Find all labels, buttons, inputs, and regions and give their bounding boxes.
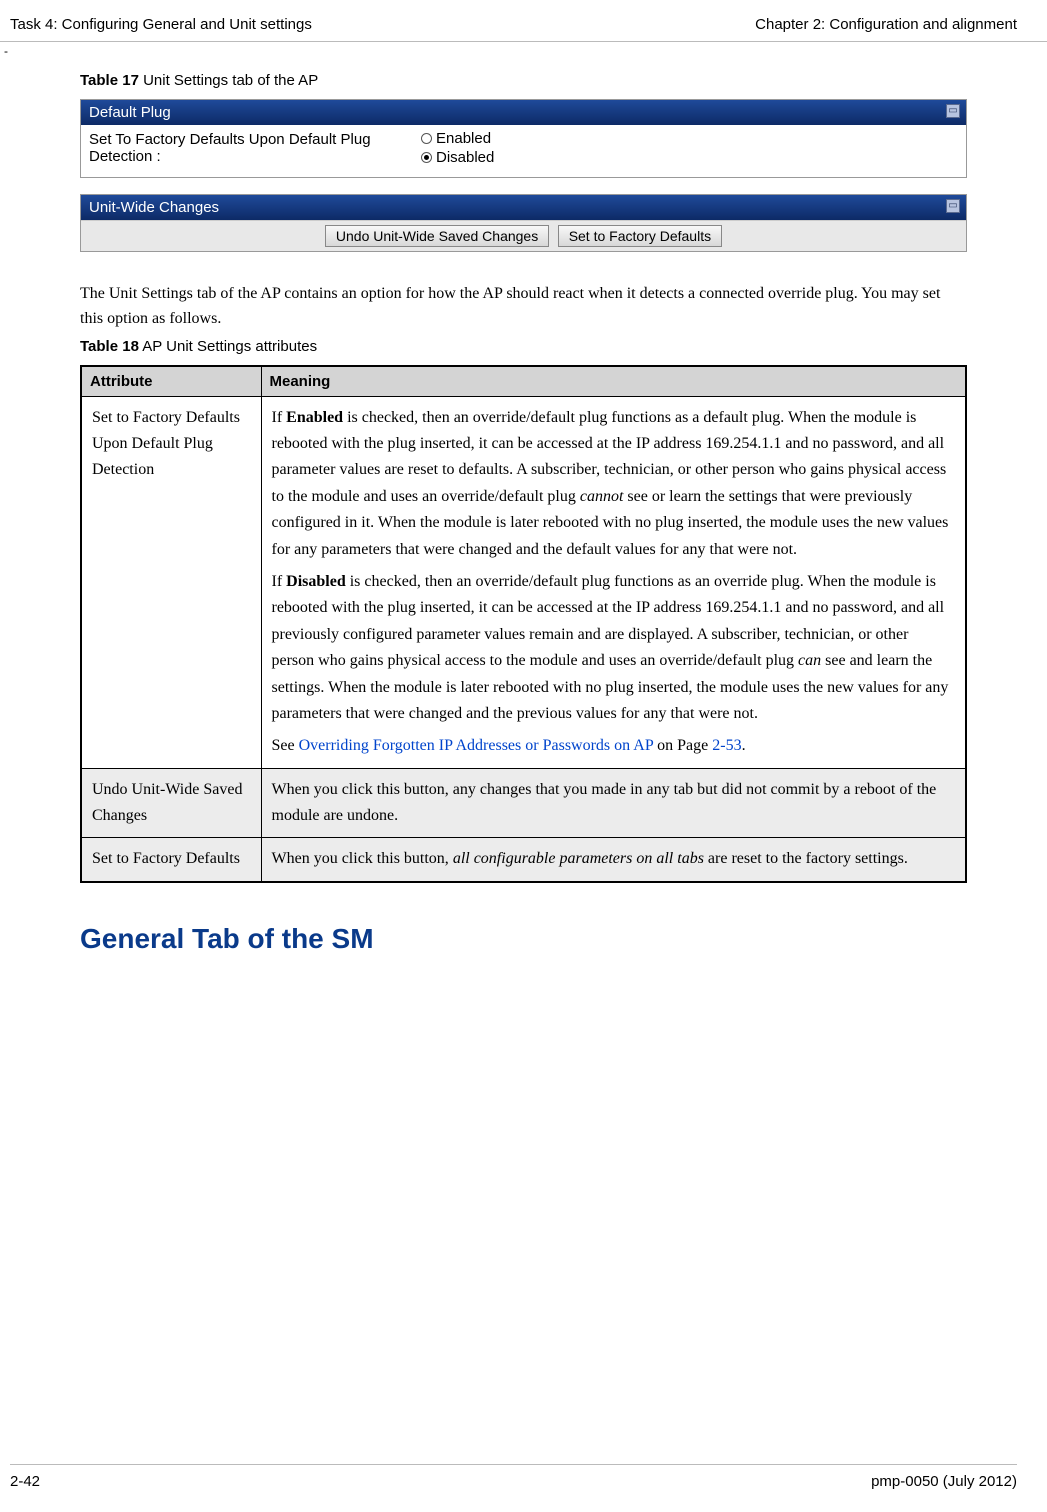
dash: - [0, 44, 1047, 58]
default-plug-body: Set To Factory Defaults Upon Default Plu… [81, 125, 966, 177]
table17-num: Table 17 [80, 72, 139, 89]
table-header-row: Attribute Meaning [81, 366, 966, 397]
attr-cell: Set to Factory Defaults [81, 838, 261, 882]
paragraph: If Disabled is checked, then an override… [272, 569, 956, 727]
factory-defaults-button[interactable]: Set to Factory Defaults [558, 225, 722, 247]
collapse-icon[interactable]: ▭ [946, 199, 960, 213]
radio-icon [421, 152, 432, 163]
footer-doc-id: pmp-0050 (July 2012) [871, 1473, 1017, 1490]
table18-title: AP Unit Settings attributes [139, 338, 317, 355]
attributes-table: Attribute Meaning Set to Factory Default… [80, 365, 967, 883]
header-attribute: Attribute [81, 366, 261, 397]
meaning-cell: If Enabled is checked, then an override/… [261, 396, 966, 768]
page-footer: 2-42 pmp-0050 (July 2012) [10, 1464, 1017, 1490]
option-enabled-label: Enabled [436, 130, 491, 147]
table17-caption: Table 17 Unit Settings tab of the AP [80, 72, 967, 89]
unit-wide-header: Unit-Wide Changes ▭ [81, 195, 966, 220]
unit-wide-title: Unit-Wide Changes [89, 199, 219, 216]
table-row: Set to Factory Defaults Upon Default Plu… [81, 396, 966, 768]
table18-num: Table 18 [80, 338, 139, 355]
factory-defaults-row: Set To Factory Defaults Upon Default Plu… [89, 129, 958, 167]
meaning-cell: When you click this button, any changes … [261, 768, 966, 838]
header-left: Task 4: Configuring General and Unit set… [10, 16, 312, 33]
link-page[interactable]: 2-53 [712, 737, 741, 754]
paragraph: When you click this button, all configur… [272, 846, 956, 872]
option-disabled[interactable]: Disabled [421, 148, 494, 167]
link-overriding[interactable]: Overriding Forgotten IP Addresses or Pas… [299, 737, 654, 754]
table17-title: Unit Settings tab of the AP [139, 72, 318, 89]
factory-defaults-label: Set To Factory Defaults Upon Default Plu… [89, 129, 421, 167]
header-meaning: Meaning [261, 366, 966, 397]
undo-button[interactable]: Undo Unit-Wide Saved Changes [325, 225, 549, 247]
default-plug-panel: Default Plug ▭ Set To Factory Defaults U… [80, 99, 967, 178]
option-disabled-label: Disabled [436, 149, 494, 166]
intro-paragraph: The Unit Settings tab of the AP contains… [80, 282, 967, 332]
header-right: Chapter 2: Configuration and alignment [755, 16, 1017, 33]
attr-cell: Set to Factory Defaults Upon Default Plu… [81, 396, 261, 768]
radio-icon [421, 133, 432, 144]
default-plug-title: Default Plug [89, 104, 171, 121]
attr-cell: Undo Unit-Wide Saved Changes [81, 768, 261, 838]
paragraph: See Overriding Forgotten IP Addresses or… [272, 733, 956, 759]
factory-defaults-options: Enabled Disabled [421, 129, 494, 167]
table-row: Set to Factory Defaults When you click t… [81, 838, 966, 882]
option-enabled[interactable]: Enabled [421, 129, 494, 148]
unit-wide-buttons: Undo Unit-Wide Saved Changes Set to Fact… [81, 220, 966, 251]
unit-wide-panel: Unit-Wide Changes ▭ Undo Unit-Wide Saved… [80, 194, 967, 252]
table18-caption: Table 18 AP Unit Settings attributes [80, 338, 967, 355]
page-content: Table 17 Unit Settings tab of the AP Def… [0, 58, 1047, 955]
default-plug-header: Default Plug ▭ [81, 100, 966, 125]
paragraph: If Enabled is checked, then an override/… [272, 405, 956, 563]
page-header: Task 4: Configuring General and Unit set… [0, 0, 1047, 42]
section-heading: General Tab of the SM [80, 923, 967, 955]
collapse-icon[interactable]: ▭ [946, 104, 960, 118]
table-row: Undo Unit-Wide Saved Changes When you cl… [81, 768, 966, 838]
meaning-cell: When you click this button, all configur… [261, 838, 966, 882]
footer-page-number: 2-42 [10, 1473, 40, 1490]
